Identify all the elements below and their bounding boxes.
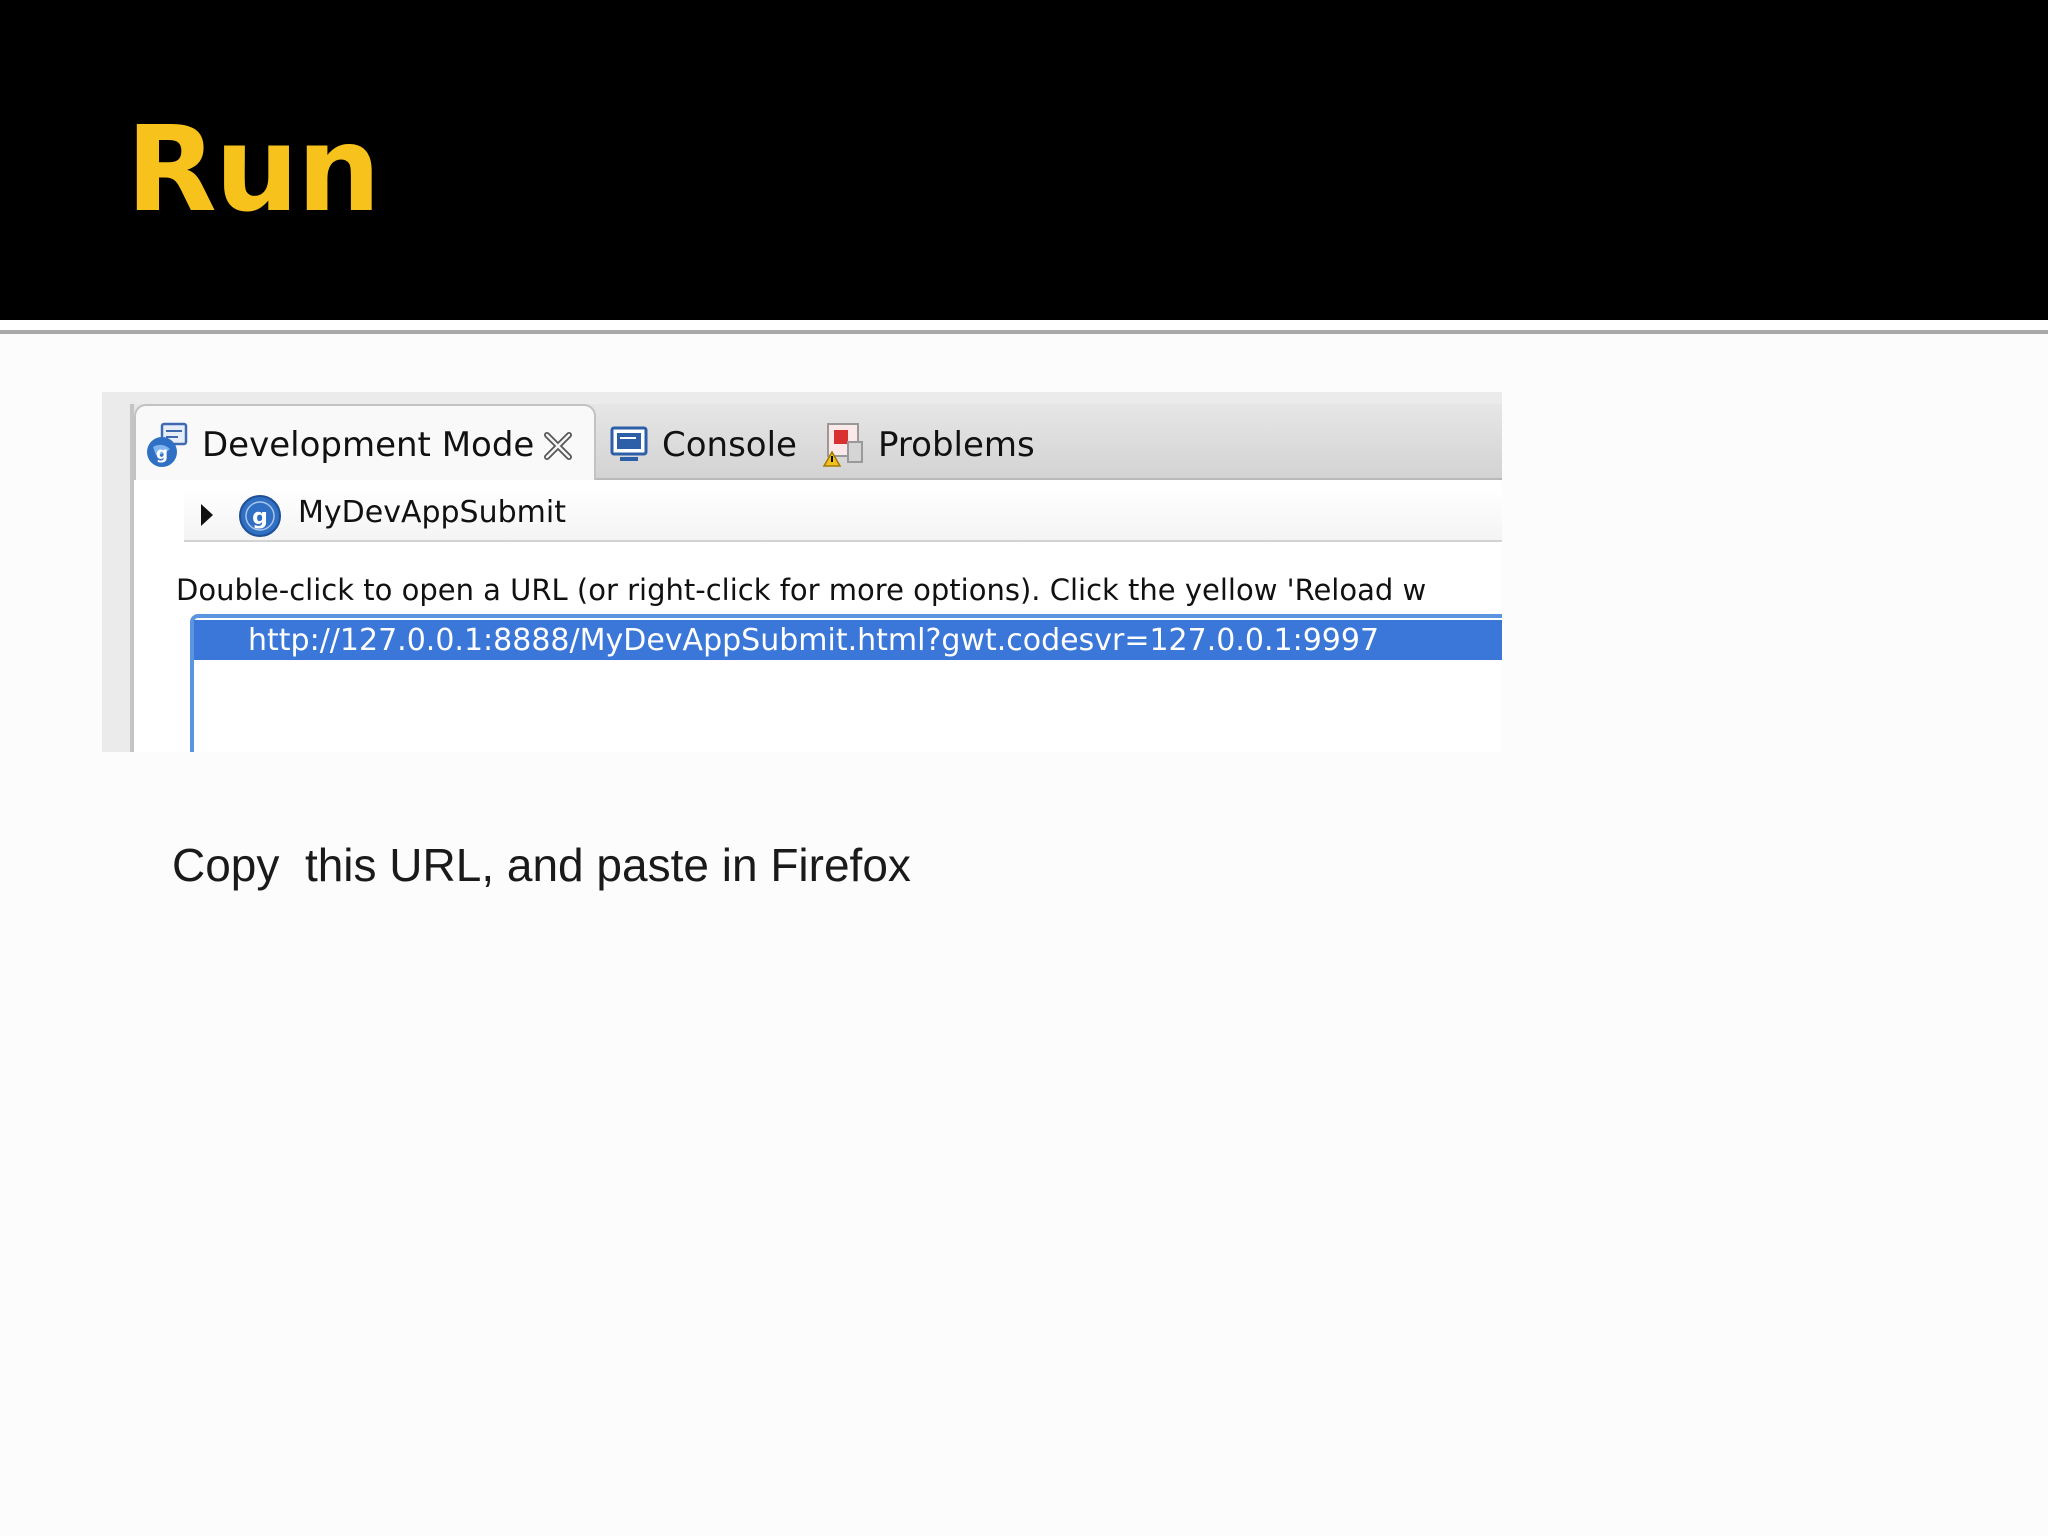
gwt-app-icon: g [239,495,281,537]
eclipse-screenshot: g Development Mode Console Problems g My… [102,392,1502,752]
startup-url: http://127.0.0.1:8888/MyDevAppSubmit.htm… [248,623,1380,658]
url-list[interactable]: http://127.0.0.1:8888/MyDevAppSubmit.htm… [190,614,1502,752]
problems-icon [822,423,863,467]
title-divider [0,320,2048,334]
expand-triangle-icon[interactable] [198,502,216,528]
tree-item-label: MyDevAppSubmit [298,495,566,530]
tab-problems[interactable]: Problems [878,428,1035,462]
svg-text:g: g [156,444,168,464]
tab-console[interactable]: Console [662,428,797,462]
body-text: Copy this URL, and paste in Firefox [172,839,911,891]
instruction-text: Double-click to open a URL (or right-cli… [176,573,1427,607]
tree-row-mydevappsubmit[interactable]: g MyDevAppSubmit [184,488,1502,542]
url-list-item-selected[interactable]: http://127.0.0.1:8888/MyDevAppSubmit.htm… [194,620,1502,660]
slide-title-bar: Run [0,0,2048,320]
svg-text:g: g [252,505,268,530]
close-tab-icon[interactable] [542,430,574,462]
gwt-globe-icon: g [147,422,188,467]
console-monitor-icon [610,426,648,461]
development-mode-panel: g MyDevAppSubmit Double-click to open a … [134,480,1502,752]
tab-label-development-mode: Development Mode [202,425,535,465]
slide-title: Run [126,100,381,238]
